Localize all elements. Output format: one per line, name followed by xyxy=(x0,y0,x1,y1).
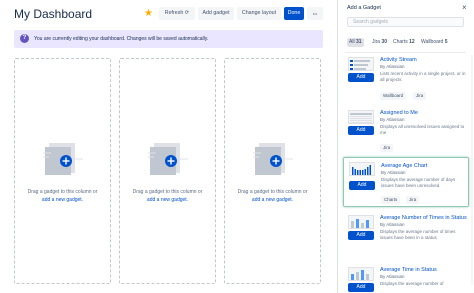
add-new-gadget-link[interactable]: add a new gadget. xyxy=(120,197,215,203)
add-gadget-panel: Add a Gadget × Search gadgets All 31 Jir… xyxy=(337,0,474,293)
gadget-description: Displays the average number of days issu… xyxy=(381,177,456,188)
change-layout-button[interactable]: Change layout xyxy=(237,7,281,20)
filter-label: All xyxy=(349,39,355,45)
add-button[interactable]: Add xyxy=(348,231,374,240)
filter-jira[interactable]: Jira 30 xyxy=(370,38,389,47)
more-button[interactable]: ••• xyxy=(307,7,323,20)
add-button[interactable]: Add xyxy=(348,126,374,135)
gadget-name[interactable]: Average Number of Times in Status xyxy=(380,215,467,221)
gadget-item-average-number-of-times-in-status: Add Average Number of Times in Status By… xyxy=(343,212,469,262)
assigned-to-me-thumbnail-icon xyxy=(350,113,372,123)
gadget-item-average-time-in-status: Add Average Time in Status By Atlassian … xyxy=(343,264,469,293)
gadget-item-activity-stream: Add Activity Stream By Atlassian Lists r… xyxy=(343,54,469,104)
gadget-description: Displays the average number of xyxy=(380,281,444,286)
refresh-label: Refresh xyxy=(164,10,184,16)
column-hint-text: Drag a gadget to this column or xyxy=(237,189,308,195)
divider xyxy=(345,52,466,53)
gadget-name[interactable]: Average Age Chart xyxy=(381,163,427,169)
star-icon[interactable]: ★ xyxy=(144,8,153,19)
gadget-name[interactable]: Average Time in Status xyxy=(380,267,437,273)
gadget-author: By Atlassian xyxy=(380,64,405,69)
times-in-status-thumbnail-icon xyxy=(351,219,369,228)
column-hint-text: Drag a gadget to this column or xyxy=(27,189,98,195)
filter-all[interactable]: All 31 xyxy=(347,38,364,47)
column-hint-text: Drag a gadget to this column or xyxy=(132,189,203,195)
filter-label: Wallboard xyxy=(421,39,444,45)
filter-count: 12 xyxy=(409,39,415,45)
gadget-name[interactable]: Activity Stream xyxy=(380,57,417,63)
filter-wallboard[interactable]: Wallboard 5 xyxy=(419,38,450,47)
gadget-thumbnail xyxy=(348,110,374,124)
gadget-author: By Atlassian xyxy=(381,170,406,175)
filter-label: Charts xyxy=(393,39,408,45)
average-age-chart-thumbnail-icon xyxy=(352,165,371,175)
tag-jira[interactable]: Jira xyxy=(413,92,427,100)
add-button[interactable]: Add xyxy=(348,283,374,292)
gadget-thumbnail xyxy=(348,267,374,281)
gadget-description: Displays the average number of times iss… xyxy=(380,229,456,240)
filter-count: 30 xyxy=(381,39,388,45)
gadget-placeholder-icon xyxy=(43,143,83,175)
gadget-author: By Atlassian xyxy=(380,274,405,279)
dashboard-column-3[interactable]: Drag a gadget to this column or add a ne… xyxy=(224,58,321,284)
panel-scrollbar[interactable] xyxy=(471,55,473,285)
add-button[interactable]: Add xyxy=(349,181,375,190)
gadget-description: Displays all unresolved issues assigned … xyxy=(380,124,465,135)
dashboard-column-2[interactable]: Drag a gadget to this column or add a ne… xyxy=(119,58,216,284)
banner-text: You are currently editing your dashboard… xyxy=(34,36,209,42)
tag-jira[interactable]: Jira xyxy=(406,196,420,204)
search-input[interactable]: Search gadgets xyxy=(347,17,464,27)
add-new-gadget-link[interactable]: add a new gadget. xyxy=(15,197,110,203)
gadget-thumbnail xyxy=(348,57,374,71)
gadget-author: By Atlassian xyxy=(380,117,405,122)
gadget-thumbnail xyxy=(348,215,374,229)
filter-label: Jira xyxy=(372,39,381,45)
filter-count: 31 xyxy=(355,39,362,45)
gadget-placeholder-icon xyxy=(148,143,188,175)
panel-title: Add a Gadget xyxy=(347,5,381,11)
edit-banner: ? You are currently editing your dashboa… xyxy=(14,30,323,48)
add-gadget-button[interactable]: Add gadget xyxy=(198,7,234,20)
close-icon[interactable]: × xyxy=(462,3,467,12)
dashboard-column-1[interactable]: Drag a gadget to this column or add a ne… xyxy=(14,58,111,284)
gadget-name[interactable]: Assigned to Me xyxy=(380,110,418,116)
gadget-item-average-age-chart: Add Average Age Chart By Atlassian Displ… xyxy=(343,157,469,207)
tag-wallboard[interactable]: Wallboard xyxy=(380,92,407,100)
add-new-gadget-link[interactable]: add a new gadget. xyxy=(225,197,320,203)
done-button[interactable]: Done xyxy=(284,7,304,20)
gadget-author: By Atlassian xyxy=(380,222,405,227)
tag-charts[interactable]: Charts xyxy=(381,196,401,204)
refresh-icon: ⟳ xyxy=(184,10,190,16)
filter-count: 5 xyxy=(444,39,448,45)
question-icon: ? xyxy=(20,34,29,43)
activity-stream-thumbnail-icon xyxy=(350,60,370,70)
gadget-placeholder-icon xyxy=(253,143,293,175)
time-in-status-thumbnail-icon xyxy=(351,270,369,280)
add-button[interactable]: Add xyxy=(348,73,374,82)
page-title: My Dashboard xyxy=(14,7,93,21)
dashboard-main: My Dashboard ★ Refresh ⟳ Add gadget Chan… xyxy=(0,0,337,293)
gadget-item-assigned-to-me: Add Assigned to Me By Atlassian Displays… xyxy=(343,107,469,157)
gadget-thumbnail xyxy=(349,162,375,176)
refresh-button[interactable]: Refresh ⟳ xyxy=(159,7,195,20)
gadget-description: Lists recent activity in a single projec… xyxy=(380,71,466,82)
tag-jira[interactable]: Jira xyxy=(380,144,394,152)
filter-charts[interactable]: Charts 12 xyxy=(391,38,417,47)
